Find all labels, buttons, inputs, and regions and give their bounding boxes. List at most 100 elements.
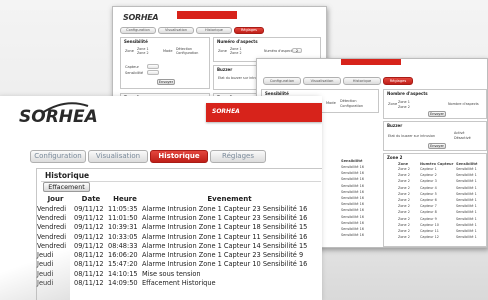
table-cell: Zone 2 [398,179,410,184]
table-cell: Capteur 6 [420,198,437,202]
table-cell: Capteur 2 [420,173,437,178]
table-cell: Sensibilité 16 [341,183,364,188]
table-cell: Sensibilité 1 [456,191,477,196]
cell-date: 09/11/12 [74,223,104,232]
table-cell: Zone 2 [398,167,410,171]
zone-option-2[interactable]: Zone 2 [230,51,242,55]
cell-evenement: Effacement Historique [142,279,216,288]
table-cell: Capteur 12 [420,235,439,240]
brand-logo-mini: SORHEA [212,108,240,115]
panel-title: Buzzer [217,67,233,72]
table-cell: Sensibilité 16 [341,208,364,213]
historique-table: Jour Date Heure Evenement Vendredi 09/11/… [37,194,317,288]
tab-visualisation[interactable]: Visualisation [303,77,341,85]
cell-heure: 10:39:31 [108,223,138,232]
cell-date: 09/11/12 [74,204,104,213]
tab-configuration[interactable]: Configuration [30,150,86,163]
cell-evenement: Alarme Intrusion Zone 1 Capteur 11 Sensi… [142,232,308,241]
table-cell: Capteur 5 [420,191,437,196]
table-cell: Sensibilité 1 [456,210,477,215]
tab-reglages[interactable]: Réglages [234,27,264,34]
tab-historique[interactable]: Historique [196,27,232,34]
tab-reglages[interactable]: Réglages [210,150,266,163]
historique-title: Historique [45,171,90,180]
cell-date: 08/11/12 [74,251,104,260]
sensibilite-label: Sensibilité [125,71,144,75]
col-header: Zone [398,162,409,166]
table-cell: Sensibilité 16 [341,214,364,219]
envoyer-button[interactable]: Envoyer [157,79,175,85]
table-cell: Sensibilité 1 [456,216,477,221]
table-row: Jeudi08/11/1216:06:20Alarme Intrusion Zo… [37,250,317,259]
cell-heure: 14:10:15 [108,269,138,278]
mode-label: Mode [163,49,173,53]
table-header-row: Jour Date Heure Evenement [37,194,317,204]
table-cell: Sensibilité 1 [456,167,477,171]
envoyer-button[interactable]: Envoyer [428,143,446,149]
header-red-bar: SORHEA [206,103,322,122]
table-cell: Capteur 7 [420,204,437,209]
table-row: Vendredi 09/11/12 08:48:33 Alarme Intrusion… [37,241,317,250]
cell-heure: 16:06:20 [108,251,138,260]
buzzer-label: Etat du buzzer sur intrusion [388,134,436,138]
envoyer-button[interactable]: Envoyer [428,111,446,117]
zone-option-2[interactable]: Zone 2 [398,105,410,109]
cell-evenement: Alarme Intrusion Zone 1 Capteur 23 Sensi… [142,251,304,260]
mode-label: Mode [326,101,336,105]
brand-logo-small: SORHEA [123,13,159,22]
tab-visualisation[interactable]: Visualisation [88,150,148,163]
table-cell: Capteur 9 [420,216,437,221]
cell-evenement: Alarme Intrusion Zone 1 Capteur 10 Sensi… [142,260,308,269]
mode-option-configuration[interactable]: Configuration [340,104,363,108]
table-cell: Capteur 3 [420,179,437,184]
table-cell: Sensibilité 16 [341,227,364,231]
capteur-select[interactable] [147,64,159,69]
table-row: Jeudi08/11/1215:47:20Alarme Intrusion Zo… [37,260,317,269]
mode-option-detection[interactable]: Détection [340,99,356,103]
tab-historique[interactable]: Historique [150,150,208,163]
panel-title: Zone 2 [387,155,403,160]
cell-evenement: Alarme Intrusion Zone 1 Capteur 23 Sensi… [142,204,308,213]
table-cell: Capteur 11 [420,229,439,233]
cell-date: 09/11/12 [74,232,104,241]
tab-visualisation[interactable]: Visualisation [158,27,194,34]
zone-option-1[interactable]: Zone 1 [398,100,410,104]
table-cell: Sensibilité 1 [456,235,477,240]
table-cell: Sensibilité 16 [341,189,364,194]
tab-reglages[interactable]: Réglages [383,77,413,85]
cell-date: 09/11/12 [74,213,104,222]
table-cell: Zone 2 [398,222,410,227]
buzzer-option-active[interactable]: Activé [454,131,465,135]
cell-evenement: Alarme Intrusion Zone 1 Capteur 14 Sensi… [142,241,308,250]
table-cell: Zone 2 [398,185,410,190]
cell-heure: 08:48:33 [108,241,138,250]
table-row: Vendredi 09/11/12 10:33:05 Alarme Intrusion… [37,232,317,241]
col-header: Numéro Capteur [420,162,454,166]
table-cell: Zone 2 [398,173,410,178]
table-cell: Zone 2 [398,229,410,233]
tab-configuration[interactable]: Configuration [263,77,301,85]
zone-option-2[interactable]: Zone 2 [137,51,149,55]
mode-option-configuration[interactable]: Configuration [176,51,198,55]
buzzer-option-desactive[interactable]: Désactivé [454,136,471,140]
tab-historique[interactable]: Historique [343,77,381,85]
cell-evenement: Mise sous tension [142,269,201,278]
col-header-jour: Jour [47,195,64,203]
cell-heure: 11:01:50 [108,213,138,222]
table-row: Jeudi08/11/1214:09:50Effacement Historiq… [37,278,317,287]
table-cell: Sensibilité 1 [456,204,477,209]
tab-configuration[interactable]: Configuration [120,27,156,34]
historique-table-body: Vendredi 09/11/12 11:05:35 Alarme Intrusion… [37,204,317,288]
table-cell: Zone 2 [398,191,410,196]
effacement-button[interactable]: Effacement [43,182,90,192]
table-cell: Sensibilité 16 [341,233,364,238]
nombre-aspects-panel: Nombre d'aspects Zone Zone 1 Zone 2 Nomb… [383,89,487,119]
col-header-evenement: Evenement [207,195,252,203]
table-row: Vendredi 09/11/12 11:01:50 Alarme Intrusion… [37,213,317,222]
table-cell: Sensibilité 1 [456,179,477,184]
sensibilite-select[interactable] [147,70,159,75]
numero-aspects-select[interactable]: 2 [292,48,302,53]
sensibilite-panel: Sensibilité Zone Zone 1 Zone 2 Mode Déte… [120,37,210,89]
table-row: Vendredi 09/11/12 10:39:31 Alarme Intrusion… [37,223,317,232]
table-cell: Capteur 8 [420,210,437,215]
